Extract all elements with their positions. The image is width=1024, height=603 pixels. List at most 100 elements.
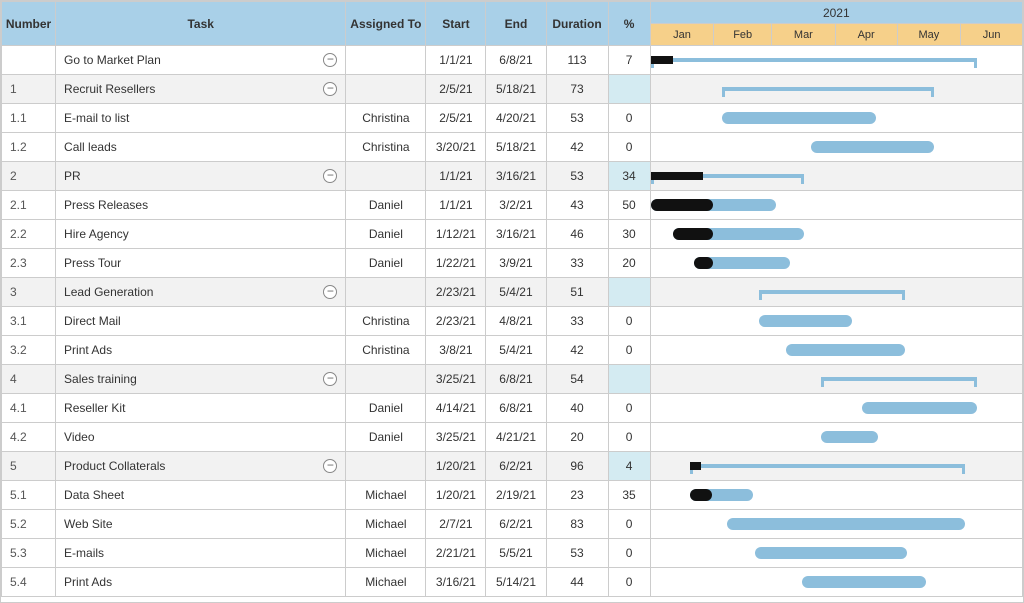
cell-task[interactable]: E-mail to list xyxy=(56,104,346,133)
task-label: Press Tour xyxy=(64,256,121,270)
task-bar[interactable] xyxy=(651,199,776,211)
collapse-icon[interactable]: − xyxy=(323,53,337,67)
header-task[interactable]: Task xyxy=(56,2,346,46)
summary-bar[interactable] xyxy=(722,87,933,91)
cell-gantt[interactable] xyxy=(650,75,1022,104)
table-row[interactable]: 2PR−1/1/213/16/215334 xyxy=(2,162,1023,191)
header-end[interactable]: End xyxy=(486,2,546,46)
cell-duration: 33 xyxy=(546,307,608,336)
cell-task[interactable]: Product Collaterals− xyxy=(56,452,346,481)
summary-bar[interactable] xyxy=(690,464,965,468)
task-bar[interactable] xyxy=(673,228,804,240)
task-bar[interactable] xyxy=(786,344,905,356)
cell-task[interactable]: Call leads xyxy=(56,133,346,162)
cell-task[interactable]: Print Ads xyxy=(56,336,346,365)
cell-task[interactable]: Press Tour xyxy=(56,249,346,278)
cell-task[interactable]: Reseller Kit xyxy=(56,394,346,423)
table-row[interactable]: 4.2VideoDaniel3/25/214/21/21200 xyxy=(2,423,1023,452)
cell-gantt[interactable] xyxy=(650,220,1022,249)
task-label: Lead Generation xyxy=(64,285,153,299)
task-bar[interactable] xyxy=(755,547,907,559)
cell-task[interactable]: Web Site xyxy=(56,510,346,539)
cell-gantt[interactable] xyxy=(650,510,1022,539)
cell-task[interactable]: Hire Agency xyxy=(56,220,346,249)
task-bar[interactable] xyxy=(821,431,878,443)
header-start[interactable]: Start xyxy=(426,2,486,46)
cell-task[interactable]: Direct Mail xyxy=(56,307,346,336)
cell-gantt[interactable] xyxy=(650,307,1022,336)
cell-gantt[interactable] xyxy=(650,249,1022,278)
cell-gantt[interactable] xyxy=(650,539,1022,568)
cell-task[interactable]: E-mails xyxy=(56,539,346,568)
cell-task[interactable]: Sales training− xyxy=(56,365,346,394)
cell-end: 6/8/21 xyxy=(486,394,546,423)
cell-gantt[interactable] xyxy=(650,336,1022,365)
summary-bar[interactable] xyxy=(821,377,977,381)
cell-assigned: Daniel xyxy=(346,394,426,423)
table-row[interactable]: 5.1Data SheetMichael1/20/212/19/212335 xyxy=(2,481,1023,510)
cell-gantt[interactable] xyxy=(650,568,1022,597)
header-duration[interactable]: Duration xyxy=(546,2,608,46)
task-bar[interactable] xyxy=(727,518,965,530)
task-bar[interactable] xyxy=(722,112,876,124)
cell-task[interactable]: Data Sheet xyxy=(56,481,346,510)
table-row[interactable]: 5.4Print AdsMichael3/16/215/14/21440 xyxy=(2,568,1023,597)
collapse-icon[interactable]: − xyxy=(323,169,337,183)
month-header-apr: Apr xyxy=(835,24,897,45)
table-row[interactable]: 5.2Web SiteMichael2/7/216/2/21830 xyxy=(2,510,1023,539)
cell-gantt[interactable] xyxy=(650,104,1022,133)
task-bar[interactable] xyxy=(802,576,925,588)
cell-task[interactable]: Go to Market Plan− xyxy=(56,46,346,75)
summary-bar[interactable] xyxy=(651,174,805,178)
summary-bar[interactable] xyxy=(759,290,905,294)
task-bar[interactable] xyxy=(759,315,851,327)
cell-gantt[interactable] xyxy=(650,46,1022,75)
cell-percent xyxy=(608,365,650,394)
table-row[interactable]: 1.1E-mail to listChristina2/5/214/20/215… xyxy=(2,104,1023,133)
collapse-icon[interactable]: − xyxy=(323,285,337,299)
cell-task[interactable]: Print Ads xyxy=(56,568,346,597)
cell-gantt[interactable] xyxy=(650,481,1022,510)
collapse-icon[interactable]: − xyxy=(323,372,337,386)
table-row[interactable]: 3Lead Generation−2/23/215/4/2151 xyxy=(2,278,1023,307)
cell-gantt[interactable] xyxy=(650,452,1022,481)
cell-gantt[interactable] xyxy=(650,191,1022,220)
task-bar[interactable] xyxy=(694,257,790,269)
cell-start: 1/22/21 xyxy=(426,249,486,278)
table-row[interactable]: 2.1Press ReleasesDaniel1/1/213/2/214350 xyxy=(2,191,1023,220)
cell-gantt[interactable] xyxy=(650,278,1022,307)
collapse-icon[interactable]: − xyxy=(323,82,337,96)
table-row[interactable]: 2.3Press TourDaniel1/22/213/9/213320 xyxy=(2,249,1023,278)
table-row[interactable]: 4.1Reseller KitDaniel4/14/216/8/21400 xyxy=(2,394,1023,423)
table-row[interactable]: 5Product Collaterals−1/20/216/2/21964 xyxy=(2,452,1023,481)
cell-task[interactable]: Press Releases xyxy=(56,191,346,220)
header-number[interactable]: Number xyxy=(2,2,56,46)
table-row[interactable]: 1.2Call leadsChristina3/20/215/18/21420 xyxy=(2,133,1023,162)
task-bar[interactable] xyxy=(690,489,754,501)
cell-gantt[interactable] xyxy=(650,162,1022,191)
table-row[interactable]: 5.3E-mailsMichael2/21/215/5/21530 xyxy=(2,539,1023,568)
cell-gantt[interactable] xyxy=(650,394,1022,423)
header-assigned[interactable]: Assigned To xyxy=(346,2,426,46)
cell-gantt[interactable] xyxy=(650,133,1022,162)
task-bar[interactable] xyxy=(862,402,977,414)
summary-bar[interactable] xyxy=(651,58,977,62)
cell-gantt[interactable] xyxy=(650,423,1022,452)
cell-task[interactable]: Recruit Resellers− xyxy=(56,75,346,104)
cell-task[interactable]: PR− xyxy=(56,162,346,191)
header-percent[interactable]: % xyxy=(608,2,650,46)
task-bar[interactable] xyxy=(811,141,934,153)
cell-end: 6/8/21 xyxy=(486,46,546,75)
cell-number: 3.1 xyxy=(2,307,56,336)
collapse-icon[interactable]: − xyxy=(323,459,337,473)
cell-task[interactable]: Video xyxy=(56,423,346,452)
table-row[interactable]: 1Recruit Resellers−2/5/215/18/2173 xyxy=(2,75,1023,104)
table-row[interactable]: Go to Market Plan−1/1/216/8/211137 xyxy=(2,46,1023,75)
cell-gantt[interactable] xyxy=(650,365,1022,394)
cell-task[interactable]: Lead Generation − xyxy=(56,278,346,307)
table-row[interactable]: 4Sales training−3/25/216/8/2154 xyxy=(2,365,1023,394)
cell-duration: 54 xyxy=(546,365,608,394)
table-row[interactable]: 3.2Print AdsChristina3/8/215/4/21420 xyxy=(2,336,1023,365)
table-row[interactable]: 2.2Hire AgencyDaniel1/12/213/16/214630 xyxy=(2,220,1023,249)
table-row[interactable]: 3.1Direct MailChristina2/23/214/8/21330 xyxy=(2,307,1023,336)
